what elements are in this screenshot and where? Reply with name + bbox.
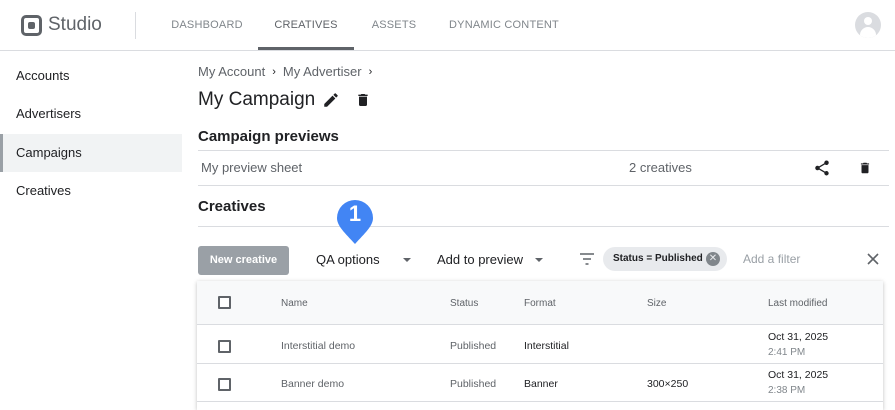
avatar-icon[interactable]	[855, 12, 881, 38]
step-callout-number: 1	[348, 201, 362, 226]
tab-dynamic-content[interactable]: DYNAMIC CONTENT	[434, 0, 574, 51]
creative-name[interactable]: Banner demo	[281, 378, 344, 390]
divider	[198, 226, 889, 227]
creatives-table: Name Status Format Size Last modified In…	[197, 281, 883, 410]
delete-icon[interactable]	[858, 159, 872, 177]
table-row[interactable]: Banner demo Published Banner 300×250 Oct…	[197, 364, 883, 402]
sidebar-item-campaigns[interactable]: Campaigns	[0, 134, 182, 172]
campaign-previews-heading: Campaign previews	[198, 128, 339, 145]
divider	[198, 150, 889, 151]
chevron-right-icon: ›	[368, 65, 373, 78]
select-all-checkbox[interactable]	[218, 296, 231, 309]
table-header: Name Status Format Size Last modified	[197, 281, 883, 325]
tab-dashboard[interactable]: DASHBOARD	[160, 0, 254, 51]
sidebar-item-accounts[interactable]: Accounts	[0, 57, 182, 95]
remove-filter-icon[interactable]: ✕	[706, 252, 720, 266]
active-tab-indicator	[258, 47, 354, 50]
qa-options-dropdown[interactable]: QA options	[316, 252, 380, 267]
close-icon[interactable]	[866, 252, 880, 266]
divider	[198, 185, 889, 186]
breadcrumb-account[interactable]: My Account	[198, 64, 265, 79]
sidebar-item-advertisers[interactable]: Advertisers	[0, 95, 182, 133]
studio-logo-icon	[21, 14, 42, 36]
creatives-heading: Creatives	[198, 198, 266, 215]
breadcrumb-advertiser[interactable]: My Advertiser	[283, 64, 362, 79]
chevron-right-icon: ›	[272, 65, 276, 78]
filter-icon[interactable]	[579, 252, 595, 266]
row-checkbox[interactable]	[218, 340, 231, 353]
studio-logo[interactable]: Studio	[21, 14, 102, 36]
column-header-size[interactable]: Size	[647, 298, 666, 309]
preview-sheet-name[interactable]: My preview sheet	[201, 160, 302, 175]
sidebar-item-creatives[interactable]: Creatives	[0, 172, 182, 210]
column-header-last-modified[interactable]: Last modified	[768, 298, 827, 309]
modified-time: 2:38 PM	[768, 385, 806, 396]
share-icon[interactable]	[813, 159, 831, 177]
tab-assets[interactable]: ASSETS	[358, 0, 430, 51]
creative-format: Interstitial	[524, 340, 569, 352]
delete-icon[interactable]	[355, 91, 371, 109]
table-row[interactable]: Interstitial demo Published Interstitial…	[197, 326, 883, 364]
creative-format: Banner	[524, 378, 558, 390]
modified-date: Oct 31, 2025	[768, 331, 829, 343]
column-header-format[interactable]: Format	[524, 298, 556, 309]
creative-status: Published	[450, 340, 497, 352]
divider	[135, 12, 136, 39]
edit-icon[interactable]	[322, 91, 340, 109]
page-title: My Campaign	[198, 89, 316, 110]
app-name: Studio	[48, 14, 102, 35]
caret-down-icon	[403, 258, 411, 262]
top-bar: Studio DASHBOARD CREATIVES ASSETS DYNAMI…	[0, 0, 895, 51]
modified-date: Oct 31, 2025	[768, 369, 829, 381]
new-creative-button[interactable]: New creative	[198, 246, 289, 275]
creative-size: 300×250	[647, 378, 689, 390]
column-header-name[interactable]: Name	[281, 298, 308, 309]
preview-creative-count: 2 creatives	[629, 160, 692, 175]
column-header-status[interactable]: Status	[450, 298, 478, 309]
row-checkbox[interactable]	[218, 378, 231, 391]
add-to-preview-dropdown[interactable]: Add to preview	[437, 252, 523, 267]
creative-name[interactable]: Interstitial demo	[281, 340, 355, 352]
caret-down-icon	[535, 258, 543, 262]
creative-status: Published	[450, 378, 497, 390]
tab-creatives[interactable]: CREATIVES	[258, 0, 354, 51]
modified-time: 2:41 PM	[768, 347, 806, 358]
breadcrumb: My Account › My Advertiser ›	[198, 64, 379, 79]
add-filter-input[interactable]: Add a filter	[743, 252, 800, 266]
